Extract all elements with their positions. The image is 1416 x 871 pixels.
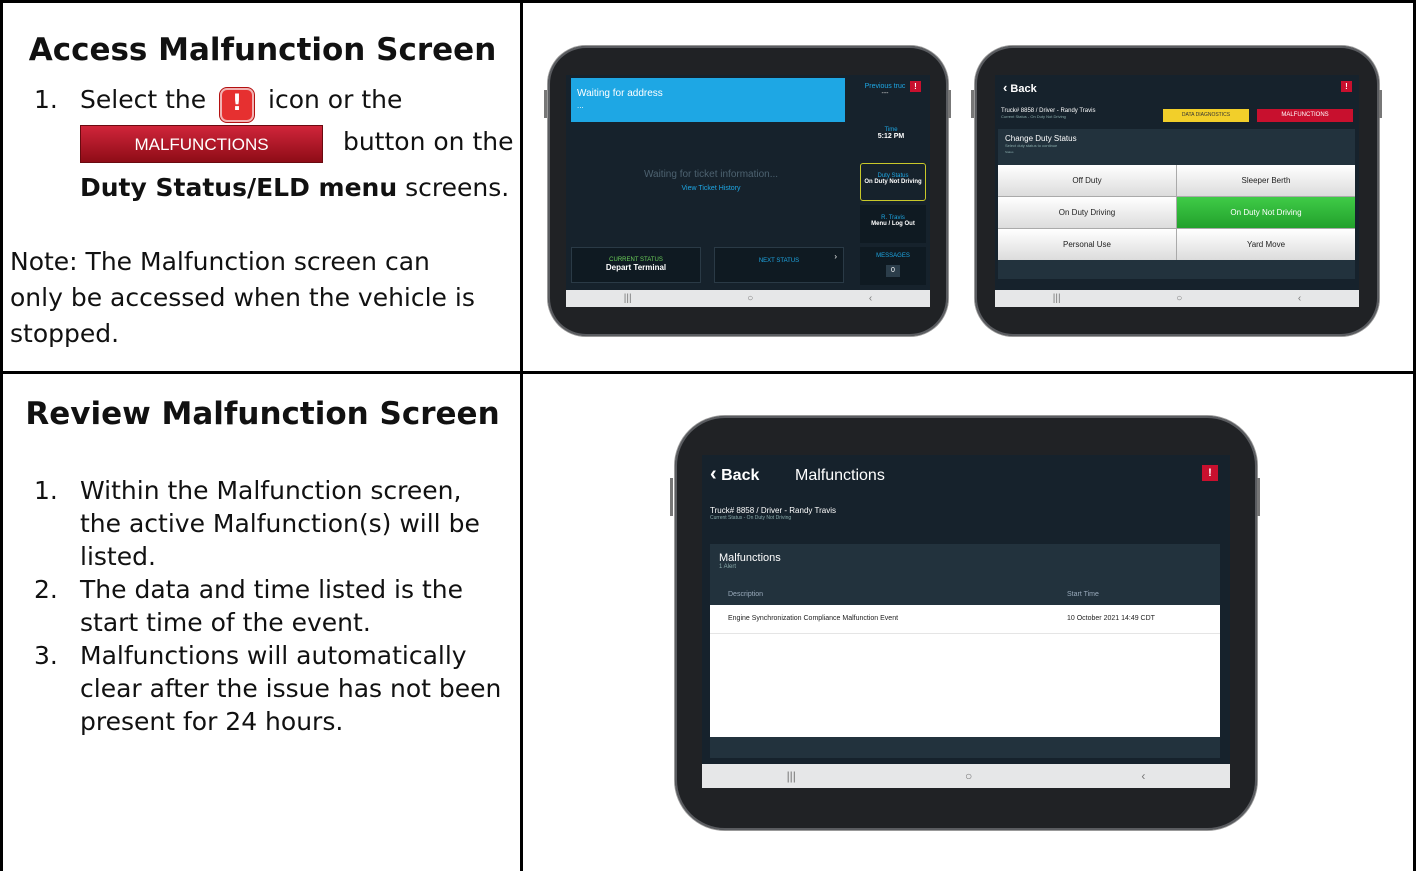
data-diagnostics-button[interactable]: DATA DIAGNOSTICS xyxy=(1163,109,1249,122)
section-title: Review Malfunction Screen xyxy=(25,396,500,432)
screen: ‹ Back ! Truck# 8858 / Driver - Randy Tr… xyxy=(995,75,1359,307)
step-1: 1. Select the ! icon or the MALFUNCTIONS… xyxy=(10,82,515,206)
alert-icon: ! xyxy=(220,88,255,122)
chevron-left-icon: ‹ xyxy=(1003,80,1008,95)
alert-icon[interactable]: ! xyxy=(1202,465,1218,481)
chevron-right-icon: › xyxy=(834,252,837,261)
note: Note: The Malfunction screen can only be… xyxy=(10,247,475,348)
time-display: Time 5:12 PM xyxy=(877,127,905,140)
chevron-left-icon: ‹ xyxy=(710,463,717,485)
side-button xyxy=(1379,90,1382,118)
menu-logout-button[interactable]: R. Travis Menu / Log Out xyxy=(860,205,926,243)
tablet-malfunctions: ‹ Back Malfunctions ! Truck# 8858 / Driv… xyxy=(670,416,1260,830)
alert-icon[interactable]: ! xyxy=(1341,81,1352,92)
step-number: 1. xyxy=(34,85,58,114)
change-duty-panel: Change Duty Status Select duty status to… xyxy=(998,129,1355,279)
row-divider xyxy=(0,371,1416,374)
home-icon[interactable]: ○ xyxy=(1176,293,1182,304)
alert-icon[interactable]: ! xyxy=(910,81,921,92)
messages-button[interactable]: MESSAGES 0 xyxy=(860,247,926,285)
screen: Waiting for address ... Waiting for tick… xyxy=(566,75,930,307)
table-header: Description Start Time xyxy=(728,591,1099,598)
section-title: Access Malfunction Screen xyxy=(28,32,497,68)
back-button[interactable]: ‹ Back xyxy=(1003,80,1037,95)
malfunctions-button: MALFUNCTIONS xyxy=(80,125,323,163)
list-item: 2. The data and time listed is the start … xyxy=(34,575,463,637)
side-button xyxy=(670,478,673,516)
option-personal-use[interactable]: Personal Use xyxy=(998,229,1176,260)
home-icon[interactable]: ○ xyxy=(747,293,753,304)
back-nav-icon[interactable]: ‹ xyxy=(1141,769,1145,783)
option-off-duty[interactable]: Off Duty xyxy=(998,165,1176,196)
back-nav-icon[interactable]: ‹ xyxy=(869,293,872,304)
home-icon[interactable]: ○ xyxy=(965,769,972,783)
recents-icon[interactable]: ||| xyxy=(787,769,796,783)
section-access: Access Malfunction Screen 1. Select the … xyxy=(10,32,515,352)
table-row[interactable]: Engine Synchronization Compliance Malfun… xyxy=(710,605,1220,634)
step-text: icon or the xyxy=(268,85,403,114)
option-sleeper-berth[interactable]: Sleeper Berth xyxy=(1177,165,1355,196)
recents-icon[interactable]: ||| xyxy=(1053,293,1061,304)
side-button xyxy=(544,90,547,118)
steps-list: 1. Within the Malfunction screen, the act… xyxy=(10,474,505,738)
driver-info: Truck# 8858 / Driver - Randy Travis Curr… xyxy=(1001,108,1096,119)
next-status-box[interactable]: NEXT STATUS › xyxy=(714,247,844,283)
border-left xyxy=(0,0,3,871)
side-button xyxy=(948,90,951,118)
step-text: screens. xyxy=(405,173,510,202)
section-review: Review Malfunction Screen 1. Within the M… xyxy=(10,396,515,738)
screen-title: Malfunctions xyxy=(795,467,885,484)
duty-options-grid: Off Duty Sleeper Berth On Duty Driving O… xyxy=(998,165,1355,260)
message-count-badge: 0 xyxy=(886,265,900,277)
menu-name: Duty Status/ELD menu xyxy=(80,173,398,202)
screen: ‹ Back Malfunctions ! Truck# 8858 / Driv… xyxy=(702,455,1230,788)
back-button[interactable]: ‹ Back xyxy=(710,463,759,486)
border-top xyxy=(0,0,1416,3)
step-text: button on the xyxy=(342,127,514,156)
tablet-change-duty-status: ‹ Back ! Truck# 8858 / Driver - Randy Tr… xyxy=(971,46,1382,336)
android-nav-bar: ||| ○ ‹ xyxy=(566,290,930,307)
driver-info: Truck# 8858 / Driver - Randy Travis Curr… xyxy=(710,506,836,521)
address-banner[interactable]: Waiting for address ... xyxy=(571,78,845,122)
option-on-duty-not-driving[interactable]: On Duty Not Driving xyxy=(1177,197,1355,228)
side-button xyxy=(1257,478,1260,516)
waiting-text: Waiting for ticket information... xyxy=(643,169,779,180)
list-item: 3. Malfunctions will automatically clear … xyxy=(34,641,502,736)
list-item: 1. Within the Malfunction screen, the act… xyxy=(34,476,480,571)
column-divider xyxy=(520,0,523,871)
tablet-duty-status: Waiting for address ... Waiting for tick… xyxy=(544,46,951,336)
step-text: Select the xyxy=(80,85,207,114)
android-nav-bar: ||| ○ ‹ xyxy=(995,290,1359,307)
option-on-duty-driving[interactable]: On Duty Driving xyxy=(998,197,1176,228)
duty-status-button[interactable]: Duty Status On Duty Not Driving xyxy=(860,163,926,201)
malfunctions-panel: Malfunctions 1 Alert Description Start T… xyxy=(710,544,1220,758)
option-yard-move[interactable]: Yard Move xyxy=(1177,229,1355,260)
android-nav-bar: ||| ○ ‹ xyxy=(702,764,1230,788)
side-button xyxy=(971,90,974,118)
view-ticket-history-link[interactable]: View Ticket History xyxy=(626,185,796,192)
current-status-box[interactable]: CURRENT STATUS Depart Terminal xyxy=(571,247,701,283)
recents-icon[interactable]: ||| xyxy=(624,293,632,304)
back-nav-icon[interactable]: ‹ xyxy=(1298,293,1301,304)
malfunctions-button[interactable]: MALFUNCTIONS xyxy=(1257,109,1353,122)
table-body: Engine Synchronization Compliance Malfun… xyxy=(710,605,1220,737)
